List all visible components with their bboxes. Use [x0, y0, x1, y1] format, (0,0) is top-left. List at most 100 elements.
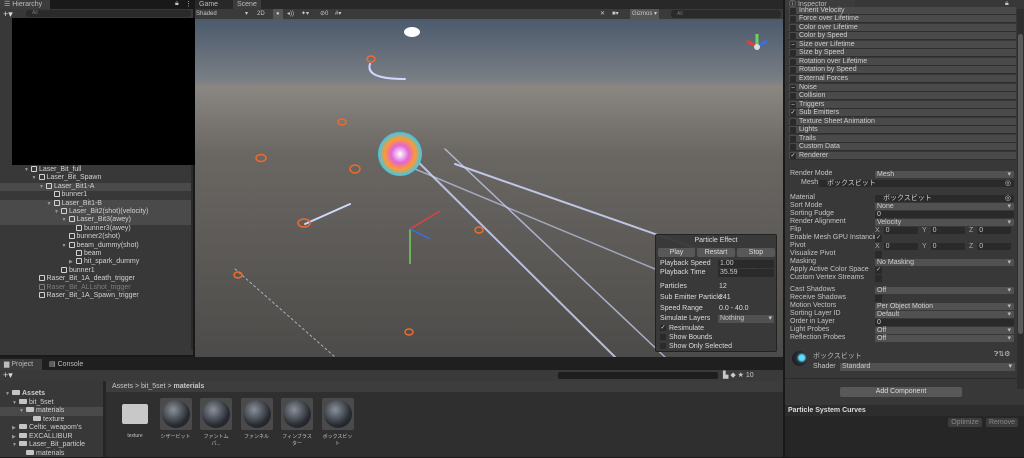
module-checkbox[interactable] [790, 136, 796, 142]
hierarchy-item[interactable]: Raser_Bit_1A_death_trigger [0, 275, 193, 284]
sorting-fudge-field[interactable]: 0 [875, 211, 1014, 218]
color-space-checkbox[interactable]: ✓ [875, 267, 882, 274]
module-row[interactable]: Trails [789, 135, 1016, 143]
material-object-field[interactable]: ボックスビット◎ [875, 195, 1014, 202]
pivot-y-field[interactable]: Y0 [922, 243, 965, 250]
hierarchy-item[interactable]: beam [0, 250, 193, 259]
option-1[interactable]: Show Bounds [660, 333, 712, 342]
module-row[interactable]: Color over Lifetime [789, 24, 1016, 32]
checkbox[interactable]: ✓ [660, 325, 666, 331]
asset-item[interactable]: ファントムパ... [200, 398, 232, 447]
module-checkbox[interactable] [790, 144, 796, 150]
module-checkbox[interactable] [790, 8, 796, 14]
project-tree-item[interactable]: ▼Assets [0, 390, 103, 399]
option-2[interactable]: Show Only Selected [660, 342, 732, 351]
sort-mode-dropdown[interactable]: None [875, 203, 1014, 210]
project-search[interactable] [558, 372, 718, 379]
module-row[interactable]: Color by Speed [789, 32, 1016, 40]
flip-z-field[interactable]: Z0 [969, 227, 1011, 234]
hierarchy-item[interactable]: ▼beam_dummy(shot) [0, 242, 193, 251]
breadcrumb-bit5set[interactable]: bit_5set [141, 383, 166, 390]
expand-arrow-icon[interactable]: ▼ [47, 200, 54, 209]
hierarchy-item[interactable]: ▼Laser_Bit_full [0, 166, 193, 175]
module-row[interactable]: Collision [789, 92, 1016, 100]
expand-arrow-icon[interactable]: ▶ [12, 424, 19, 433]
lighting-icon[interactable]: ● [273, 9, 283, 19]
object-picker-icon[interactable]: ◎ [1005, 195, 1011, 202]
module-checkbox[interactable]: – [790, 102, 796, 108]
hierarchy-item[interactable]: ▼Laser_Bit2(shot)(velocity) [0, 208, 193, 217]
module-row[interactable]: Texture Sheet Animation [789, 118, 1016, 126]
module-checkbox[interactable] [790, 33, 796, 39]
tab-game[interactable]: Game [195, 0, 222, 9]
pivot-z-field[interactable]: Z0 [969, 243, 1011, 250]
expand-arrow-icon[interactable]: ▼ [12, 441, 19, 450]
restart-button[interactable]: Restart [697, 248, 735, 257]
project-tree-item[interactable]: ▼bit_5set [0, 399, 103, 408]
expand-arrow-icon[interactable]: ▼ [24, 166, 31, 175]
tools-icon[interactable]: ✕ [600, 9, 605, 19]
asset-item[interactable]: ファンネル [241, 398, 273, 440]
play-button[interactable]: Play [658, 248, 695, 257]
asset-item[interactable]: シザービット [160, 398, 192, 440]
module-row[interactable]: External Forces [789, 75, 1016, 83]
module-row[interactable]: Rotation over Lifetime [789, 58, 1016, 66]
hierarchy-item[interactable]: ▼Laser_Bit1-A [0, 183, 193, 192]
optimize-button[interactable]: Optimize [948, 418, 982, 427]
module-checkbox[interactable]: ✓ [790, 153, 796, 159]
project-tree-item[interactable]: ▼materials [0, 407, 103, 416]
tab-project[interactable]: ▆ Project [0, 359, 42, 370]
module-row[interactable]: Lights [789, 126, 1016, 134]
receive-shadows-checkbox[interactable] [875, 295, 882, 302]
render-alignment-dropdown[interactable]: Velocity [875, 219, 1014, 226]
sorting-layer-dropdown[interactable]: Default [875, 311, 1014, 318]
visualize-pivot-checkbox[interactable] [875, 251, 882, 258]
masking-dropdown[interactable]: No Masking [875, 259, 1014, 266]
mesh-object-field[interactable]: ボックスビット◎ [819, 180, 1014, 187]
camera-icon[interactable]: ■▾ [612, 9, 619, 19]
hierarchy-item[interactable]: bunner1 [0, 191, 193, 200]
expand-arrow-icon[interactable]: ▼ [62, 216, 69, 225]
flip-y-field[interactable]: Y0 [922, 227, 965, 234]
checkbox[interactable] [660, 334, 666, 340]
hierarchy-item[interactable]: ▼Laser_Bit3(awey) [0, 216, 193, 225]
create-button[interactable]: +▾ [3, 370, 13, 381]
module-checkbox[interactable] [790, 50, 796, 56]
asset-item[interactable]: フィンブラスター [281, 398, 313, 447]
module-checkbox[interactable] [790, 93, 796, 99]
module-checkbox[interactable] [790, 119, 796, 125]
checkbox[interactable] [660, 343, 666, 349]
hierarchy-search[interactable]: All [26, 10, 191, 17]
module-row[interactable]: Custom Data [789, 143, 1016, 151]
module-row[interactable]: ✓Renderer [789, 152, 1016, 160]
object-picker-icon[interactable]: ◎ [1005, 180, 1011, 187]
hidden-objects-icon[interactable]: ⊘0 [320, 9, 328, 19]
module-row[interactable]: Inherit Velocity [789, 7, 1016, 15]
project-tree-item[interactable]: ▶EXCALLIBUR [0, 433, 103, 442]
asset-item[interactable]: ボックスビット [322, 398, 354, 447]
project-tree-item[interactable]: ▶Celtic_weapom's [0, 424, 103, 433]
help-icon[interactable]: ❓︎⇅⚙ [994, 350, 1010, 359]
filter-type-icon[interactable]: ▙ ◆ ★ 10 [723, 371, 754, 379]
tab-hierarchy[interactable]: ☰ Hierarchy [0, 0, 50, 9]
more-icon[interactable]: ⋮ [185, 0, 192, 8]
inspector-scrollbar[interactable] [1017, 9, 1024, 389]
expand-arrow-icon[interactable]: ▼ [54, 208, 61, 217]
remove-button[interactable]: Remove [986, 418, 1018, 427]
expand-arrow-icon[interactable]: ▶ [69, 258, 76, 267]
project-tree-item[interactable]: ▼Laser_Bit_particle [0, 441, 103, 450]
expand-arrow-icon[interactable]: ▼ [39, 183, 46, 192]
shading-dropdown[interactable]: Shaded▾ [196, 9, 248, 19]
shader-dropdown[interactable]: Standard▾ [840, 363, 1015, 371]
hierarchy-item[interactable]: ▼Laser_Bit1-B [0, 200, 193, 209]
playback-speed-field[interactable]: 1.00 [718, 260, 774, 268]
expand-arrow-icon[interactable]: ▶ [12, 433, 19, 442]
module-checkbox[interactable]: ✓ [790, 110, 796, 116]
playback-time-field[interactable]: 35.59 [718, 269, 774, 277]
hierarchy-item[interactable]: ▼Laser_Bit_Spawn [0, 174, 193, 183]
module-checkbox[interactable] [790, 59, 796, 65]
gizmos-dropdown[interactable]: Gizmos ▾ [630, 9, 659, 19]
hierarchy-item[interactable]: bunner2(shot) [0, 233, 193, 242]
breadcrumb-assets[interactable]: Assets [112, 383, 133, 390]
add-component-button[interactable]: Add Component [840, 387, 962, 397]
